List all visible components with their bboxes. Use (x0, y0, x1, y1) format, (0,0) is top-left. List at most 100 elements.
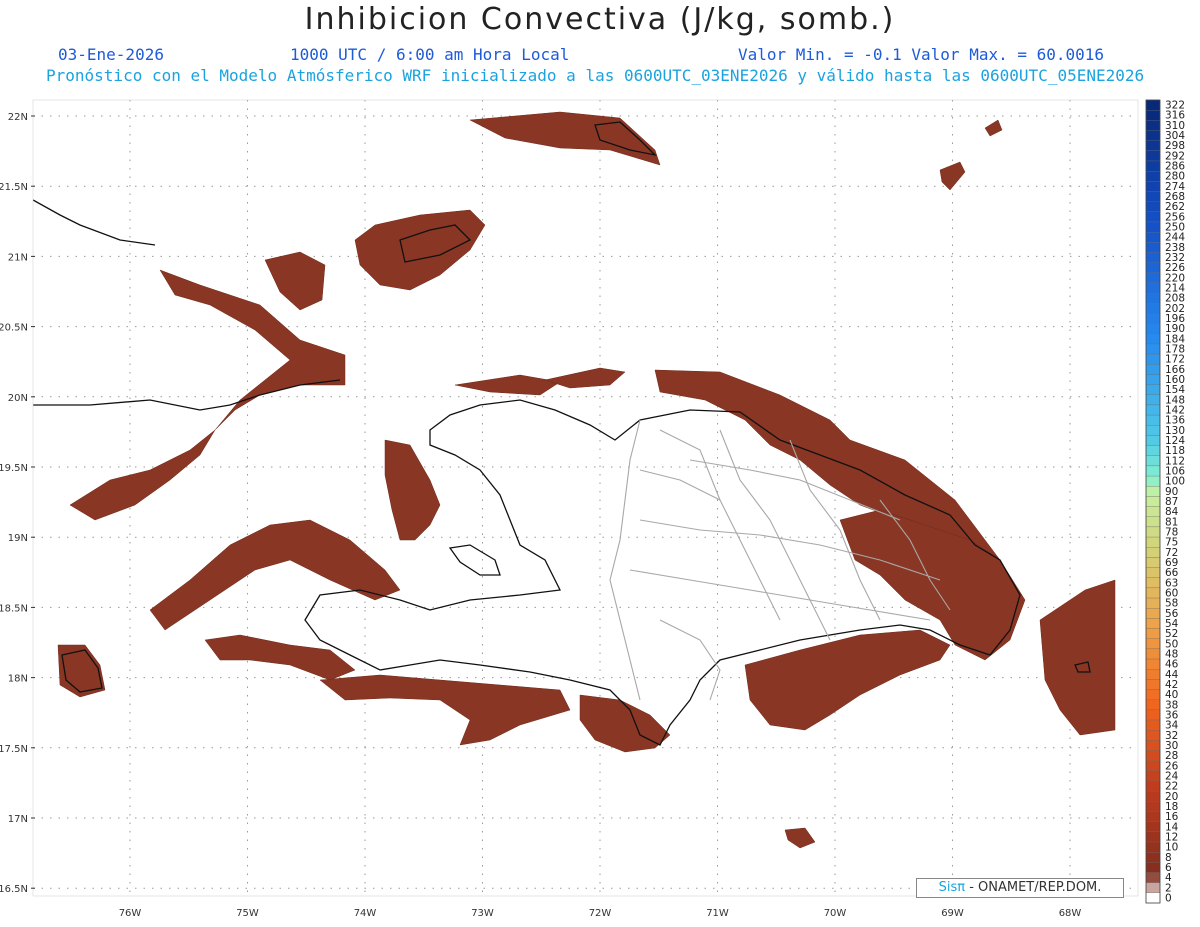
colorbar-swatch (1145, 547, 1161, 558)
colorbar-swatch (1145, 384, 1161, 395)
colorbar-swatch (1145, 709, 1161, 721)
colorbar-swatch (1145, 516, 1161, 528)
colorbar-swatch (1145, 486, 1161, 497)
lon-label: 69W (941, 908, 964, 919)
colorbar-swatch (1145, 221, 1161, 233)
lat-label: 20N (8, 393, 28, 404)
colorbar-swatch (1145, 689, 1161, 700)
lat-label: 17.5N (0, 744, 28, 755)
colorbar-swatch (1145, 780, 1161, 792)
colorbar-swatch (1145, 658, 1161, 670)
colorbar-swatch (1145, 872, 1161, 883)
colorbar-swatch (1145, 587, 1161, 599)
colorbar-swatch (1145, 618, 1161, 629)
lon-label: 76W (119, 908, 142, 919)
colorbar-swatch (1145, 770, 1161, 782)
lat-label: 18N (8, 674, 28, 685)
colorbar-label: 0 (1165, 892, 1172, 904)
lat-label: 16.5N (0, 884, 28, 895)
colorbar-swatch (1145, 719, 1161, 731)
colorbar-swatch (1145, 465, 1161, 477)
colorbar-swatch (1145, 140, 1161, 151)
colorbar-swatch (1145, 120, 1161, 131)
colorbar-swatch (1145, 648, 1161, 660)
colorbar-swatch (1145, 425, 1161, 436)
colorbar-swatch (1145, 313, 1161, 324)
colorbar-swatch (1145, 394, 1161, 406)
colorbar-swatch (1145, 811, 1161, 822)
colorbar-swatch (1145, 801, 1161, 812)
lat-label: 22N (8, 112, 28, 123)
map-plot-area (33, 100, 1138, 896)
colorbar-swatch (1145, 272, 1161, 284)
colorbar-swatch (1145, 181, 1161, 192)
colorbar-swatch (1145, 292, 1161, 304)
colorbar-swatch (1145, 211, 1161, 223)
colorbar-swatch (1145, 191, 1161, 202)
lat-label: 18.5N (0, 603, 28, 614)
colorbar-swatch (1145, 201, 1161, 212)
lat-label: 20.5N (0, 323, 28, 334)
colorbar-swatch (1145, 740, 1161, 751)
colorbar-swatch (1145, 760, 1161, 772)
lat-label: 19.5N (0, 463, 28, 474)
colorbar-swatch (1145, 882, 1161, 893)
colorbar-swatch (1145, 455, 1161, 467)
lon-label: 68W (1059, 908, 1082, 919)
colorbar-swatch (1145, 791, 1161, 802)
colorbar-swatch (1145, 597, 1161, 609)
lon-label: 71W (706, 908, 729, 919)
colorbar-swatch (1145, 679, 1161, 690)
colorbar-swatch (1145, 628, 1161, 639)
colorbar-swatch (1145, 831, 1161, 843)
colorbar-swatch (1145, 475, 1161, 487)
colorbar-swatch (1145, 567, 1161, 578)
lon-label: 70W (824, 908, 847, 919)
colorbar-swatch (1145, 150, 1161, 162)
colorbar-swatch (1145, 303, 1161, 314)
colorbar-swatch (1145, 110, 1161, 121)
colorbar-swatch (1145, 699, 1161, 711)
colorbar-swatch (1145, 506, 1161, 517)
colorbar-swatch (1145, 323, 1161, 334)
lat-label: 21N (8, 252, 28, 263)
colorbar-swatch (1145, 99, 1161, 111)
colorbar-swatch (1145, 750, 1161, 761)
lat-label: 19N (8, 533, 28, 544)
colorbar-swatch (1145, 262, 1161, 273)
colorbar-swatch (1145, 404, 1161, 416)
colorbar-swatch (1145, 892, 1161, 904)
colorbar-swatch (1145, 669, 1161, 680)
colorbar-swatch (1145, 821, 1161, 832)
colorbar-swatch (1145, 171, 1161, 182)
colorbar-swatch (1145, 638, 1161, 650)
colorbar: 3223163103042982922862802742682622562502… (1145, 99, 1185, 904)
colorbar-swatch (1145, 730, 1161, 741)
credit-box: Sisπ - ONAMET/REP.DOM. (916, 878, 1124, 898)
longitude-labels: 76W 75W 74W 73W 72W 71W 70W 69W 68W (119, 908, 1082, 919)
colorbar-swatch (1145, 252, 1161, 263)
colorbar-swatch (1145, 608, 1161, 619)
colorbar-swatch (1145, 242, 1161, 253)
lat-label: 21.5N (0, 182, 28, 193)
lon-label: 72W (589, 908, 612, 919)
colorbar-swatch (1145, 231, 1161, 243)
colorbar-swatch (1145, 557, 1161, 568)
latitude-labels: 22N 21.5N 21N 20.5N 20N 19.5N 19N 18.5N 18N 17.5N… (0, 112, 35, 895)
colorbar-swatch (1145, 333, 1161, 345)
lon-label: 74W (354, 908, 377, 919)
credit-brand: Sisπ (938, 880, 966, 895)
colorbar-swatch (1145, 577, 1161, 589)
colorbar-swatch (1145, 445, 1161, 456)
colorbar-swatch (1145, 536, 1161, 548)
colorbar-swatch (1145, 496, 1161, 507)
colorbar-swatch (1145, 353, 1161, 365)
colorbar-swatch (1145, 282, 1161, 294)
colorbar-swatch (1145, 852, 1161, 863)
colorbar-swatch (1145, 526, 1161, 538)
colorbar-swatch (1145, 862, 1161, 873)
lon-label: 73W (471, 908, 494, 919)
colorbar-swatch (1145, 374, 1161, 385)
lat-label: 17N (8, 814, 28, 825)
colorbar-swatch (1145, 130, 1161, 141)
